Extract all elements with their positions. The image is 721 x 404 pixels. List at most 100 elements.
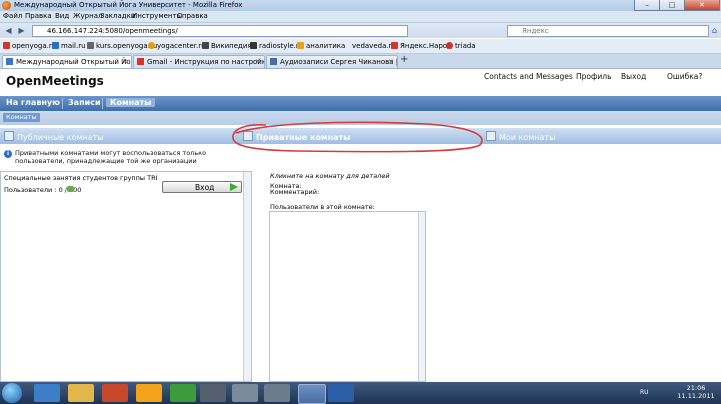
menu-bar: Файл Правка Вид Журнал Закладки Инструме… [0, 11, 721, 23]
tab-audio[interactable]: Аудиозаписи Сергея Чиканова | 39 ...✕ [266, 55, 398, 68]
menu-view[interactable]: Вид [55, 12, 69, 20]
app-icon[interactable] [200, 384, 226, 402]
word-icon[interactable] [328, 384, 354, 402]
gmail-icon [137, 58, 144, 65]
bookmark-openyoga[interactable]: openyoga.ru [3, 42, 56, 50]
info-text: Приватными комнатами могут воспользовать… [15, 149, 207, 165]
mail-icon [52, 42, 59, 49]
clock[interactable]: 21:06 11.11.2011 [676, 384, 716, 400]
bookmark-yandex-narod[interactable]: Яндекс.Народ [391, 42, 452, 50]
app-title: OpenMeetings [6, 74, 104, 88]
tab-close-icon[interactable]: ✕ [122, 56, 128, 68]
vk-icon [270, 58, 277, 65]
explorer-icon[interactable] [68, 384, 94, 402]
bookmark-icon [202, 42, 209, 49]
maximize-button[interactable]: □ [659, 0, 685, 11]
search-placeholder: Яндекс [522, 27, 549, 35]
nav-separator [102, 98, 103, 109]
ie-icon[interactable] [34, 384, 60, 402]
language-indicator[interactable]: RU [640, 389, 649, 396]
nav-recordings[interactable]: Записи [68, 98, 101, 107]
contacts-messages-link[interactable]: Contacts and Messages [484, 72, 573, 81]
users-icon [67, 186, 74, 192]
clock-time: 21:06 [686, 384, 706, 392]
tab-close-icon[interactable]: ✕ [388, 56, 394, 68]
bookmarks-bar: openyoga.ru mail.ru kurs.openyoga.ru yog… [0, 39, 721, 54]
join-label: Вход [195, 183, 215, 192]
app-icon[interactable] [264, 384, 290, 402]
bookmark-kurs[interactable]: kurs.openyoga.ru [87, 42, 157, 50]
my-rooms-icon [486, 131, 496, 141]
room-list: Специальные занятия студентов группы TRI… [0, 171, 252, 382]
tab-strip: Международный Открытый Йога У...✕ Gmail … [0, 54, 721, 69]
bookmark-triada[interactable]: triada [446, 42, 476, 50]
tab-icon [6, 58, 13, 65]
join-room-button[interactable]: Вход [162, 181, 242, 193]
url-bar[interactable]: 46.166.147.224:5080/openmeetings/ [32, 25, 408, 37]
nav-rooms[interactable]: Комнаты [106, 98, 156, 107]
bug-report-link[interactable]: Ошибка? [667, 72, 702, 81]
room-details: Кликните на комнату для деталей Комната:… [268, 171, 428, 382]
profile-link[interactable]: Профиль [576, 72, 612, 81]
tab-public-rooms[interactable]: Публичные комнаты [4, 131, 104, 142]
users-list-scrollbar[interactable] [418, 212, 425, 381]
tab-close-icon[interactable]: ✕ [255, 56, 261, 68]
bookmark-mail[interactable]: mail.ru [52, 42, 86, 50]
tab-yoga-university[interactable]: Международный Открытый Йога У...✕ [2, 55, 132, 68]
bookmark-icon [297, 42, 304, 49]
comment-label: Комментарий: [270, 188, 320, 196]
bookmark-icon [446, 42, 453, 49]
bookmark-icon [391, 42, 398, 49]
bookmark-wikipedia[interactable]: Википедия [202, 42, 252, 50]
app-icon[interactable] [232, 384, 258, 402]
room-name: Специальные занятия студентов группы TRI [4, 174, 158, 182]
annotation-circle [232, 121, 483, 153]
menu-file[interactable]: Файл [3, 12, 22, 20]
window-titlebar: Международный Открытый Йога Университет … [0, 0, 721, 11]
bookmark-radiostyle[interactable]: radiostyle.ru [250, 42, 303, 50]
main-nav: На главную Записи Комнаты [0, 96, 721, 111]
home-icon[interactable]: ⌂ [709, 25, 720, 36]
menu-history[interactable]: Журнал [73, 12, 102, 20]
menu-tools[interactable]: Инструменты [132, 12, 182, 20]
bookmark-icon [3, 42, 10, 49]
minimize-button[interactable]: – [634, 0, 660, 11]
clock-date: 11.11.2011 [677, 392, 715, 400]
details-hint: Кликните на комнату для деталей [270, 172, 390, 180]
tab-gmail[interactable]: Gmail - Инструкция по настройке -...✕ [133, 55, 265, 68]
room-users-list[interactable] [269, 211, 426, 382]
bookmark-yogacenter[interactable]: yogacenter.ru [148, 42, 206, 50]
menu-help[interactable]: Справка [177, 12, 208, 20]
menu-bookmarks[interactable]: Закладки [100, 12, 135, 20]
url-text: 46.166.147.224:5080/openmeetings/ [47, 27, 178, 35]
window-title: Международный Открытый Йога Университет … [14, 1, 243, 9]
close-button[interactable]: ✕ [684, 0, 720, 11]
media-player-icon[interactable] [136, 384, 162, 402]
bookmark-vedaveda[interactable]: vedaveda.ru [352, 42, 396, 50]
bookmark-icon [250, 42, 257, 49]
nav-separator [62, 98, 63, 109]
room-users-label: Пользователи в этой комнате: [270, 203, 375, 211]
filezilla-icon[interactable] [102, 384, 128, 402]
taskbar: RU 21:06 11.11.2011 [0, 382, 721, 404]
arrow-right-icon [230, 183, 238, 191]
breadcrumb[interactable]: Комнаты [3, 113, 40, 122]
navigation-bar: ◀ ▶ 46.166.147.224:5080/openmeetings/ Ян… [0, 23, 721, 38]
tab-my-rooms[interactable]: Мои комнаты [486, 131, 555, 142]
start-button[interactable] [2, 383, 22, 403]
public-rooms-icon [4, 131, 14, 141]
bookmark-icon [148, 42, 155, 49]
back-button[interactable]: ◀ [3, 25, 14, 36]
room-list-scrollbar[interactable] [243, 172, 251, 381]
bookmark-analytics[interactable]: аналитика [297, 42, 345, 50]
menu-edit[interactable]: Правка [25, 12, 52, 20]
new-tab-button[interactable]: + [400, 54, 408, 65]
forward-button[interactable]: ▶ [16, 25, 27, 36]
info-icon: i [4, 150, 12, 158]
utorrent-icon[interactable] [170, 384, 196, 402]
firefox-taskbar-icon[interactable] [298, 384, 326, 404]
bookmark-icon [87, 42, 94, 49]
nav-home[interactable]: На главную [6, 98, 60, 107]
search-input[interactable]: Яндекс [507, 25, 709, 37]
logout-link[interactable]: Выход [621, 72, 646, 81]
